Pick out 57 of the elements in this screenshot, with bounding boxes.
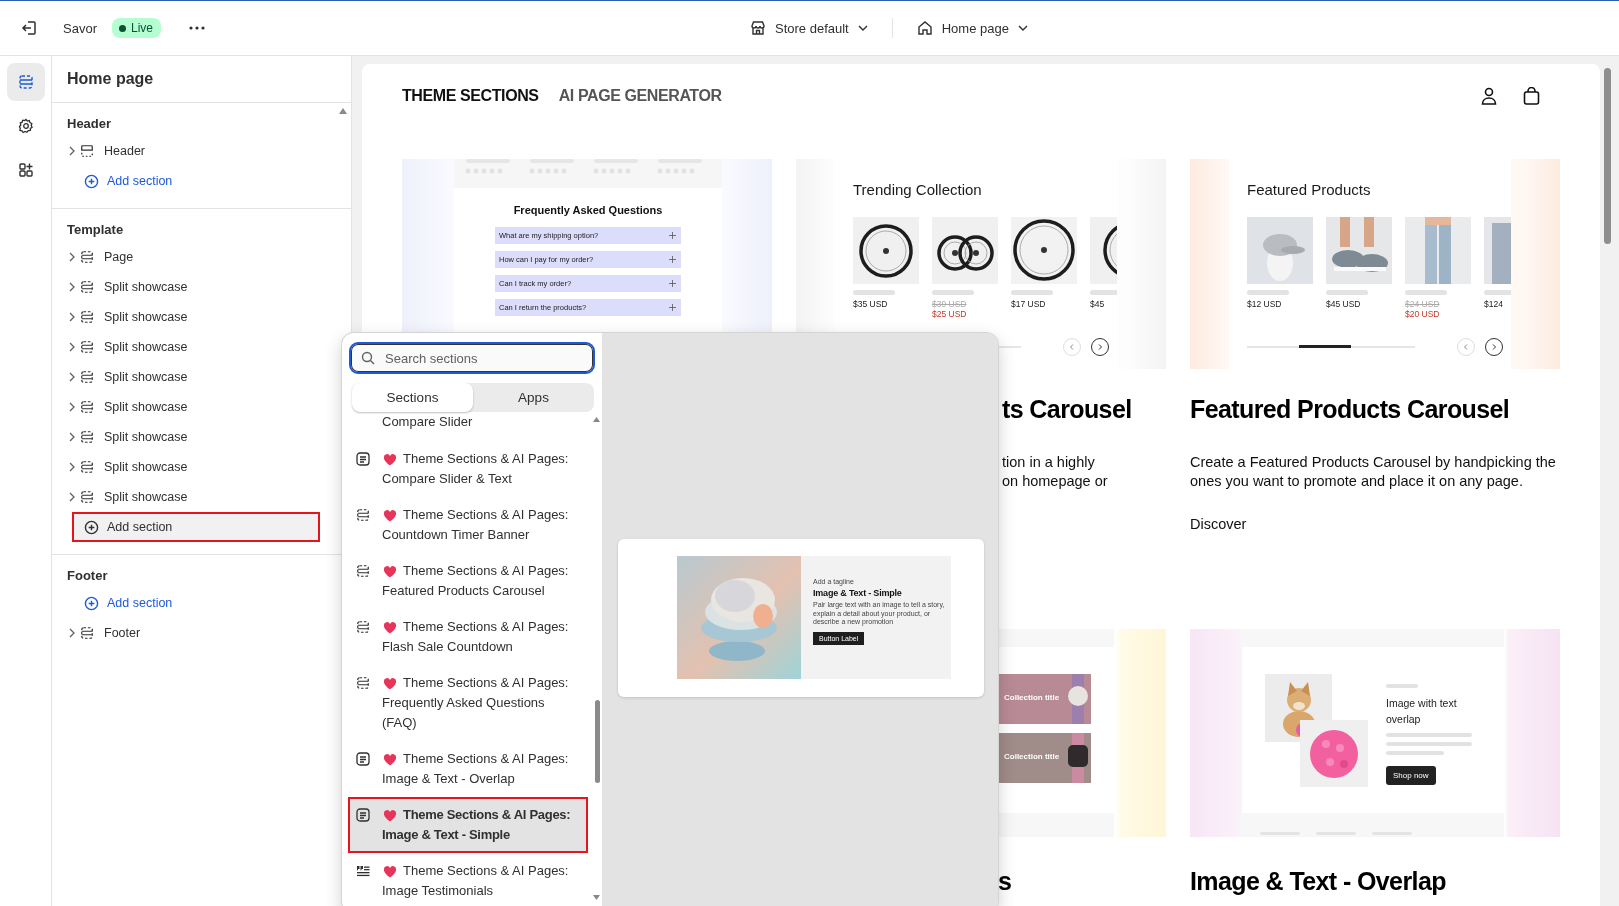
group-heading: Footer xyxy=(66,567,109,585)
section-description: Create a Featured Products Carousel by handpicking the ones you want to promote and place it on any page. xyxy=(1190,453,1557,490)
section-title: Featured Products Carousel xyxy=(1190,394,1511,425)
group-heading: Template xyxy=(66,221,125,239)
original-price: $39 USD xyxy=(932,299,968,309)
collection-title: Collection title xyxy=(1004,693,1060,702)
discover-link[interactable]: Discover xyxy=(1190,515,1247,533)
status-badge: Live xyxy=(111,18,161,38)
section-item[interactable]: Split showcase xyxy=(52,272,351,302)
section-option[interactable]: Theme Sections & AI Pages: Image & Text - Simple xyxy=(348,797,588,853)
section-title: s xyxy=(998,866,1013,897)
section-option[interactable]: Theme Sections & AI Pages: Featured Products Carousel xyxy=(348,553,588,609)
original-price: $24 USD xyxy=(1405,299,1441,309)
price: $124 xyxy=(1484,299,1504,309)
add-section-button[interactable]: Add section xyxy=(72,588,320,618)
price: $45 xyxy=(1090,299,1106,309)
price: $17 USD xyxy=(1011,299,1047,309)
section-title: Image & Text - Overlap xyxy=(1190,866,1447,897)
section-description: tion in a highly on homepage or xyxy=(1002,453,1109,490)
shop-now-button: Shop now xyxy=(1386,766,1436,785)
section-item[interactable]: Header xyxy=(52,136,351,166)
section-thumbnail[interactable]: Featured Products $12 USD $45 USD $24 USD $20 USD $124 xyxy=(1190,159,1560,369)
nav-link[interactable]: AI PAGE GENERATOR xyxy=(558,87,722,105)
price: $35 USD xyxy=(853,299,889,309)
store-dropdown[interactable]: Store default xyxy=(740,14,878,42)
preview-heading: Image & Text - Simple xyxy=(813,588,902,598)
tab[interactable]: Apps xyxy=(473,383,594,412)
section-thumbnail[interactable]: Trending Collection $35 USD $39 USD $25 USD $17 USD $45 xyxy=(796,159,1166,369)
section-option[interactable]: Theme Sections & AI Pages: Image Testimonials xyxy=(348,853,588,906)
section-item[interactable]: Page xyxy=(52,242,351,272)
section-option[interactable]: Theme Sections & AI Pages: Compare Slider & Text xyxy=(348,441,588,497)
card-heading: Trending Collection xyxy=(853,181,983,200)
section-option[interactable]: Theme Sections & AI Pages: Image & Text - Overlap xyxy=(348,741,588,797)
section-title: ts Carousel xyxy=(1002,394,1133,425)
collection-title: Collection title xyxy=(1004,752,1060,761)
theme-name: Savor xyxy=(63,20,97,36)
card-heading: Frequently Asked Questions xyxy=(512,204,664,216)
price: $12 USD xyxy=(1247,299,1283,309)
card-heading: Image with text overlap xyxy=(1386,696,1458,727)
nav-link[interactable]: THEME SECTIONS xyxy=(402,87,539,105)
card-heading: Featured Products xyxy=(1247,181,1372,200)
tab[interactable]: Sections xyxy=(352,383,473,412)
search-field[interactable]: Search sections xyxy=(349,342,595,374)
page-dropdown[interactable]: Home page xyxy=(906,14,1038,42)
section-thumbnail[interactable]: Image with text overlap Shop now xyxy=(1190,629,1560,837)
price: $25 USD xyxy=(932,309,968,319)
price: $45 USD xyxy=(1326,299,1362,309)
section-option[interactable]: Theme Sections & AI Pages: Flash Sale Countdown xyxy=(348,609,588,665)
section-option[interactable]: Theme Sections & AI Pages: Countdown Timer Banner xyxy=(348,497,588,553)
section-option[interactable]: Theme Sections & AI Pages: Frequently Asked Questions (FAQ) xyxy=(348,665,588,741)
add-section-button[interactable]: Add section xyxy=(72,166,320,196)
add-section-button[interactable]: Add section xyxy=(72,512,320,542)
panel-title: Home page xyxy=(52,56,351,103)
section-item[interactable]: Split showcase xyxy=(52,302,351,332)
group-heading: Header xyxy=(66,115,113,133)
section-option[interactable]: Compare Slider xyxy=(382,414,473,429)
price: $20 USD xyxy=(1405,309,1441,319)
